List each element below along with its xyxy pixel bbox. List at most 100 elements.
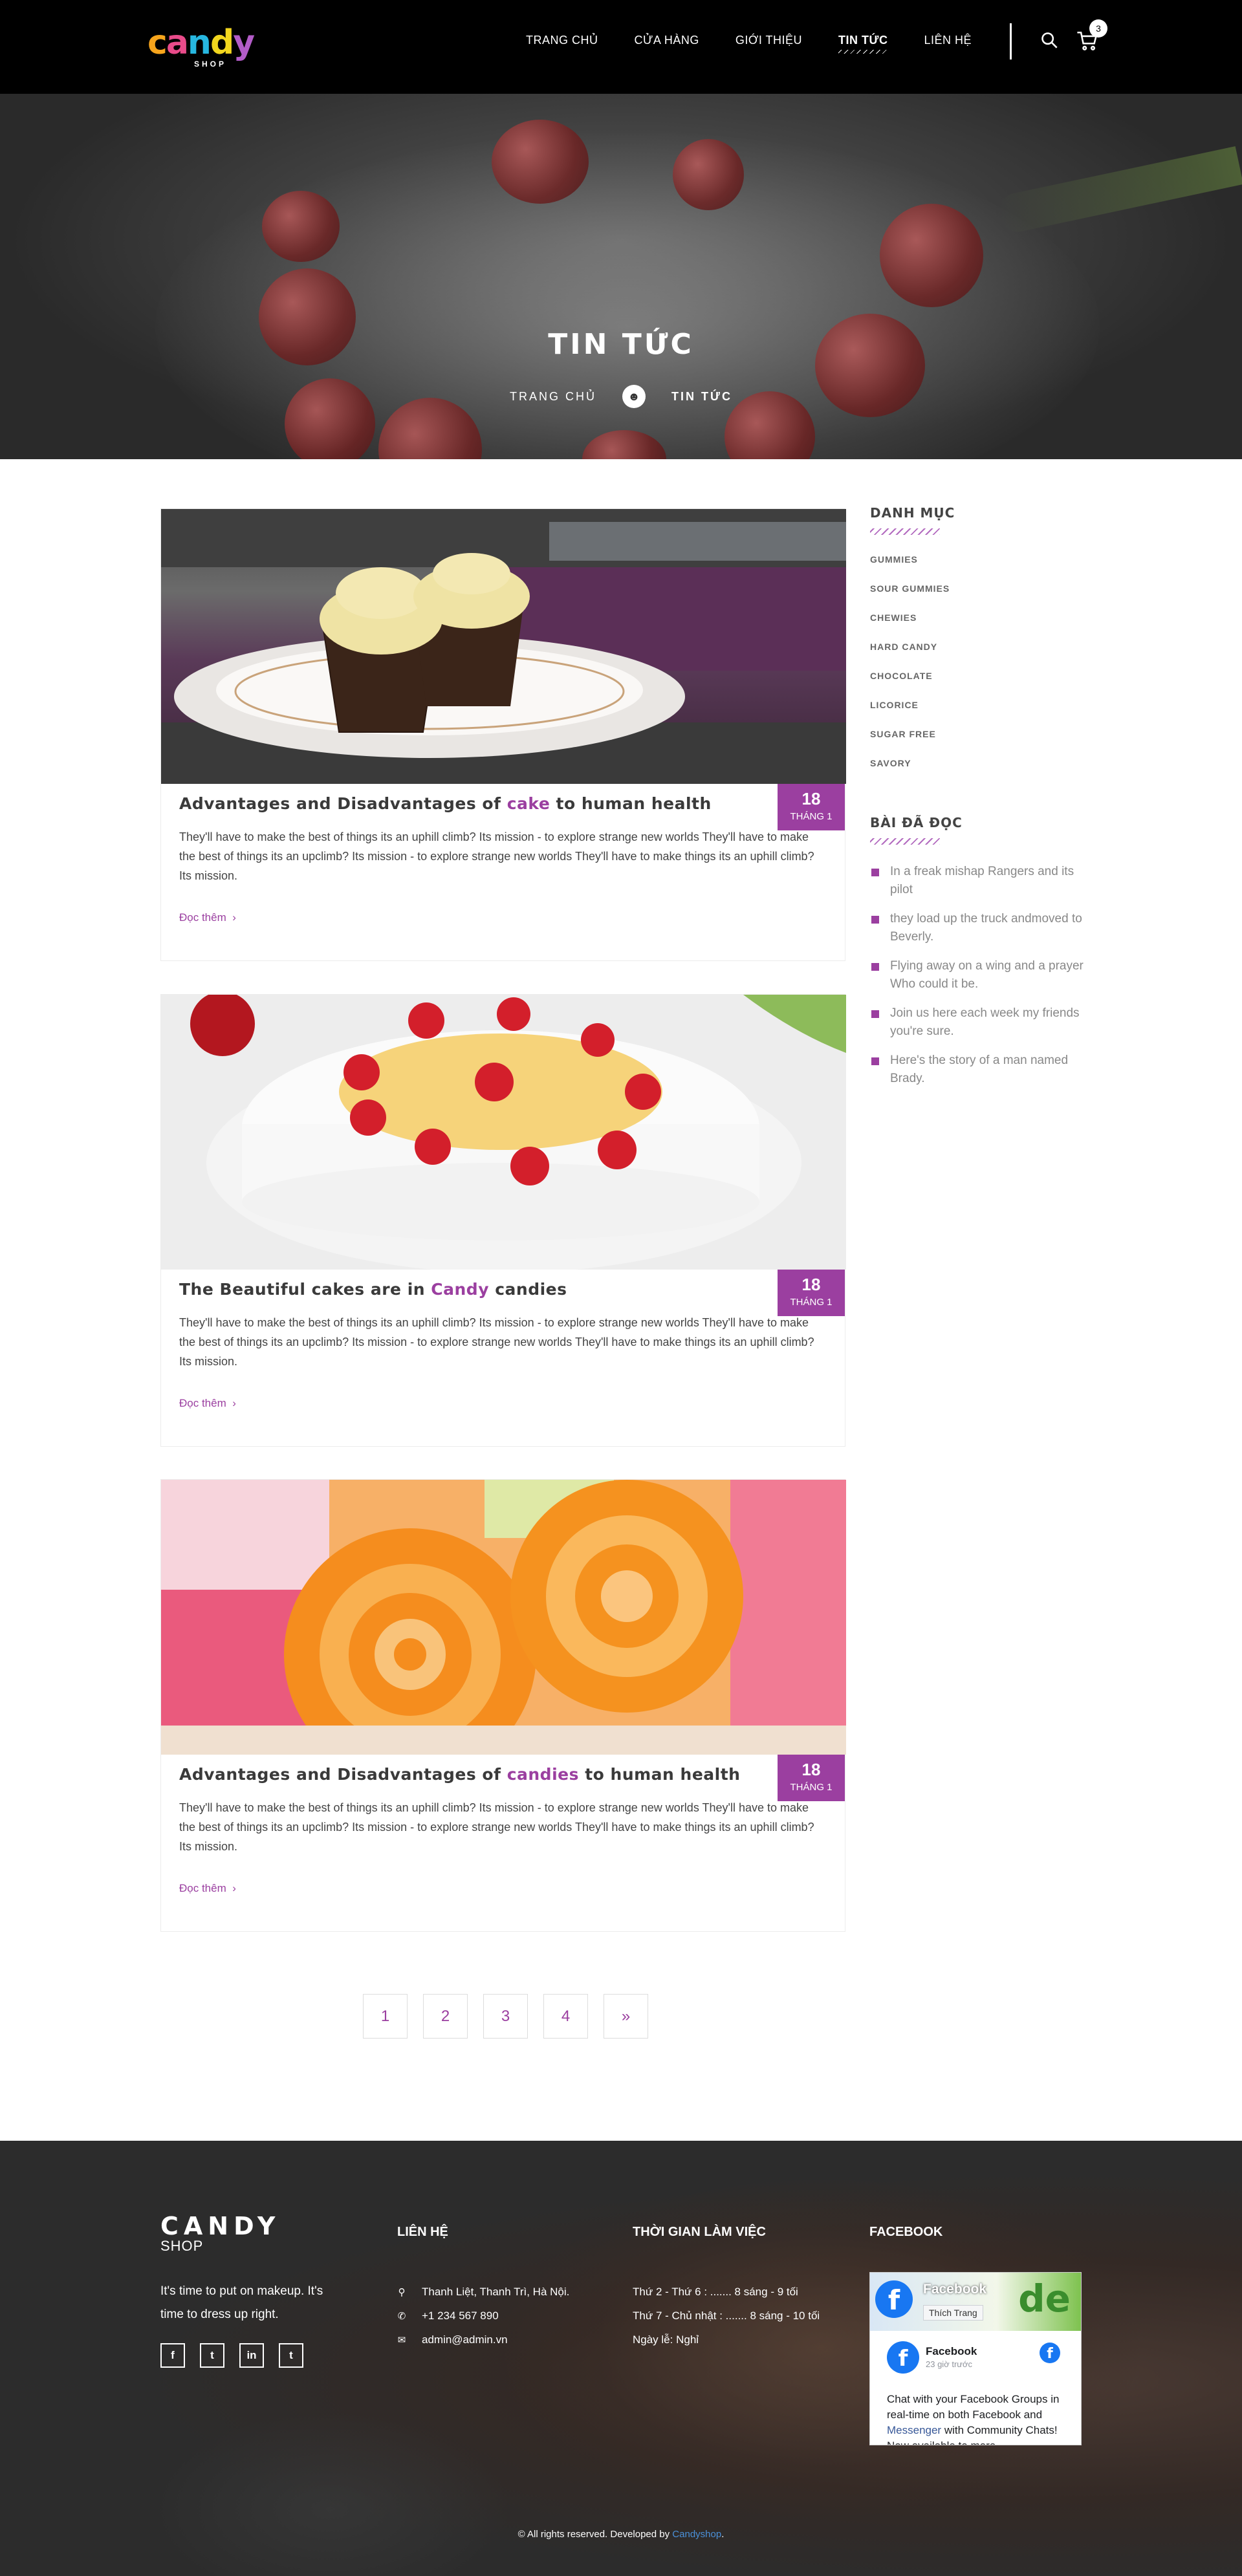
- recent-post-item[interactable]: Flying away on a wing and a prayer Who c…: [870, 957, 1084, 993]
- facebook-logo-icon: f: [875, 2280, 913, 2318]
- page-title: TIN TỨC: [548, 328, 694, 361]
- category-item[interactable]: LICORICE: [870, 700, 1084, 710]
- site-header: candy SHOP TRANG CHỦ CỬA HÀNG GIỚI THIỆU…: [0, 0, 1242, 94]
- contact-address: ⚲ Thanh Liệt, Thanh Trì, Hà Nội.: [398, 2285, 570, 2298]
- facebook-small-icon: f: [1040, 2343, 1060, 2363]
- post-day: 18: [801, 1275, 821, 1294]
- tumblr-icon[interactable]: t: [279, 2343, 303, 2368]
- nav-shop[interactable]: CỬA HÀNG: [635, 34, 699, 47]
- facebook-post-text: Chat with your Facebook Groups in real-t…: [887, 2393, 1060, 2445]
- facebook-cover: de f Facebook Thích Trang: [870, 2273, 1081, 2331]
- recent-posts-list: In a freak mishap Rangers and its pilot …: [870, 863, 1084, 1088]
- category-item[interactable]: SAVORY: [870, 758, 1084, 768]
- page-3-button[interactable]: 3: [483, 1994, 528, 2039]
- footer-tagline: It's time to put on makeup. It's time to…: [160, 2284, 323, 2321]
- contact-list: ⚲ Thanh Liệt, Thanh Trì, Hà Nội. ✆ +1 234 …: [397, 2280, 570, 2352]
- post-date-badge: 18 THÁNG 1: [778, 784, 845, 830]
- post-title[interactable]: Advantages and Disadvantages of cake to …: [179, 794, 712, 813]
- post-month: THÁNG 1: [790, 811, 833, 822]
- categories-title: DANH MỤC: [870, 505, 955, 521]
- envelope-icon: ✉: [397, 2334, 406, 2346]
- nav-news[interactable]: TIN TỨC: [838, 34, 888, 54]
- facebook-post-time: 23 giờ trước: [926, 2359, 972, 2369]
- category-item[interactable]: SOUR GUMMIES: [870, 583, 1084, 594]
- facebook-post: f Facebook 23 giờ trước f Chat with your…: [870, 2331, 1081, 2445]
- category-item[interactable]: GUMMIES: [870, 554, 1084, 565]
- contact-title: LIÊN HỆ: [397, 2225, 448, 2239]
- post-month: THÁNG 1: [790, 1297, 833, 1308]
- post-title[interactable]: Advantages and Disadvantages of candies …: [179, 1765, 740, 1784]
- post-image[interactable]: [161, 1480, 846, 1755]
- copyright: © All rights reserved. Developed by Cand…: [518, 2529, 724, 2540]
- developer-link[interactable]: Candyshop: [672, 2529, 721, 2540]
- post-image[interactable]: [161, 995, 846, 1270]
- nav-home[interactable]: TRANG CHỦ: [526, 34, 598, 47]
- blog-post: 18 THÁNG 1 Advantages and Disadvantages …: [160, 1479, 846, 1932]
- contact-phone[interactable]: ✆ +1 234 567 890: [397, 2304, 569, 2328]
- cupcake-icon: ☻: [622, 385, 646, 408]
- footer-logo[interactable]: CANDY SHOP: [160, 2212, 280, 2255]
- post-day: 18: [801, 789, 821, 808]
- blog-post: 18 THÁNG 1 Advantages and Disadvantages …: [160, 508, 846, 961]
- post-excerpt: They'll have to make the best of things …: [179, 1316, 814, 1368]
- recent-post-item[interactable]: Join us here each week my friends you're…: [870, 1004, 1084, 1041]
- site-footer: CANDY SHOP It's time to put on makeup. I…: [0, 2141, 1242, 2576]
- post-day: 18: [801, 1760, 821, 1779]
- logo-sub: SHOP: [194, 60, 227, 69]
- post-title[interactable]: The Beautiful cakes are in Candy candies: [179, 1280, 567, 1299]
- facebook-page-name[interactable]: Facebook: [923, 2282, 986, 2297]
- wavy-divider: [870, 528, 940, 535]
- opening-hours: Thứ 2 - Thứ 6 : ....... 8 sáng - 9 tối T…: [633, 2280, 820, 2352]
- post-excerpt: They'll have to make the best of things …: [179, 1801, 814, 1853]
- post-date-badge: 18 THÁNG 1: [778, 1270, 845, 1316]
- page-4-button[interactable]: 4: [543, 1994, 588, 2039]
- search-icon[interactable]: [1040, 31, 1058, 49]
- page-hero: TIN TỨC TRANG CHỦ ☻ TIN TỨC: [0, 94, 1242, 459]
- category-item[interactable]: HARD CANDY: [870, 642, 1084, 652]
- read-more-link[interactable]: Đọc thêm ›: [179, 1397, 236, 1410]
- facebook-post-author[interactable]: Facebook: [926, 2345, 977, 2358]
- social-links: f t in t: [160, 2343, 303, 2368]
- blog-post: 18 THÁNG 1 The Beautiful cakes are in Ca…: [160, 994, 846, 1447]
- messenger-link[interactable]: Messenger: [887, 2424, 941, 2436]
- cart-count-badge: 3: [1089, 19, 1107, 38]
- post-image[interactable]: [161, 509, 846, 784]
- logo[interactable]: candy SHOP: [147, 23, 264, 69]
- twitter-icon[interactable]: t: [200, 2343, 224, 2368]
- post-month: THÁNG 1: [790, 1782, 833, 1793]
- nav-about[interactable]: GIỚI THIỆU: [735, 34, 802, 47]
- category-item[interactable]: CHEWIES: [870, 612, 1084, 623]
- contact-email[interactable]: ✉ admin@admin.vn: [397, 2328, 569, 2352]
- nav-divider: [1010, 23, 1012, 60]
- read-more-link[interactable]: Đọc thêm ›: [179, 911, 236, 924]
- linkedin-icon[interactable]: in: [239, 2343, 264, 2368]
- facebook-widget[interactable]: de f Facebook Thích Trang f Facebook 23 …: [869, 2272, 1082, 2445]
- category-item[interactable]: SUGAR FREE: [870, 729, 1084, 739]
- recent-post-item[interactable]: In a freak mishap Rangers and its pilot: [870, 863, 1084, 899]
- nav-contact[interactable]: LIÊN HỆ: [924, 34, 972, 47]
- pagination: 1 2 3 4 »: [363, 1994, 648, 2039]
- facebook-avatar-icon: f: [887, 2341, 919, 2374]
- hours-row: Thứ 7 - Chủ nhật : ....... 8 sáng - 10 t…: [633, 2310, 820, 2322]
- facebook-like-button[interactable]: Thích Trang: [923, 2305, 983, 2321]
- post-date-badge: 18 THÁNG 1: [778, 1755, 845, 1801]
- read-more-link[interactable]: Đọc thêm ›: [179, 1882, 236, 1895]
- logo-wordmark: candy: [147, 23, 255, 62]
- recent-posts-title: BÀI ĐÃ ĐỌC: [870, 815, 963, 830]
- recent-post-item[interactable]: they load up the truck andmoved to Bever…: [870, 910, 1084, 946]
- phone-icon: ✆: [397, 2310, 406, 2322]
- facebook-icon[interactable]: f: [160, 2343, 185, 2368]
- map-pin-icon: ⚲: [398, 2286, 406, 2298]
- recent-post-item[interactable]: Here's the story of a man named Brady.: [870, 1052, 1084, 1088]
- next-page-button[interactable]: »: [604, 1994, 648, 2039]
- category-item[interactable]: CHOCOLATE: [870, 671, 1084, 681]
- hours-row: Thứ 2 - Thứ 6 : ....... 8 sáng - 9 tối: [633, 2286, 798, 2298]
- wavy-divider: [870, 838, 940, 845]
- facebook-title: FACEBOOK: [869, 2225, 943, 2239]
- main-nav: TRANG CHỦ CỬA HÀNG GIỚI THIỆU TIN TỨC LI…: [526, 0, 972, 81]
- breadcrumb-home[interactable]: TRANG CHỦ: [510, 390, 596, 404]
- page-1-button[interactable]: 1: [363, 1994, 408, 2039]
- page-2-button[interactable]: 2: [423, 1994, 468, 2039]
- blog-main: 18 THÁNG 1 Advantages and Disadvantages …: [0, 459, 1242, 2141]
- category-list: GUMMIES SOUR GUMMIES CHEWIES HARD CANDY …: [870, 554, 1084, 768]
